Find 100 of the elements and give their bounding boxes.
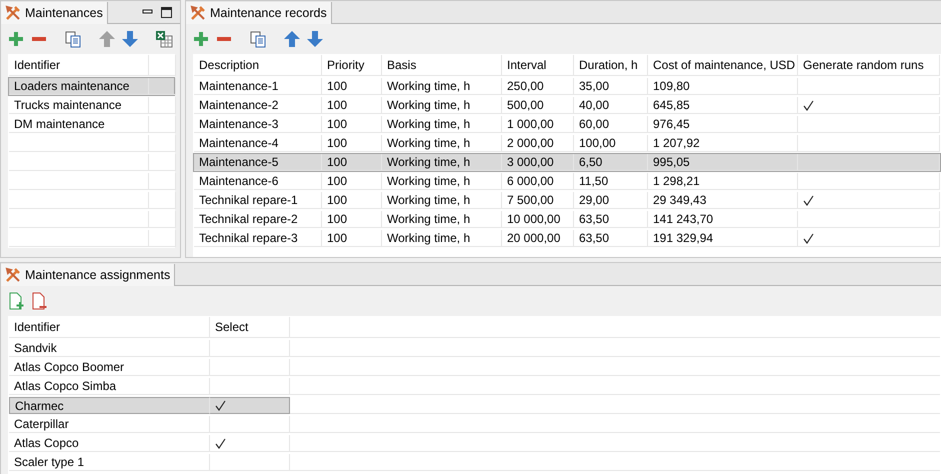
table-cell: 100,00 — [574, 135, 648, 152]
table-cell: Atlas Copco Boomer — [9, 359, 210, 376]
table-cell: Maintenance-5 — [194, 154, 322, 171]
table-row[interactable]: Charmec — [8, 396, 941, 415]
table-cell: Working time, h — [382, 211, 502, 228]
spreadsheet-export-icon[interactable] — [154, 28, 174, 48]
table-cell: Working time, h — [382, 78, 502, 95]
table-cell: DM maintenance — [9, 116, 149, 133]
table-cell: Working time, h — [382, 116, 502, 133]
empty-cell — [149, 192, 176, 209]
column-header[interactable]: Identifier — [9, 55, 149, 76]
table-row[interactable]: Scaler type 1 — [8, 453, 941, 472]
table-cell: 6,50 — [574, 154, 648, 171]
up-arrow-icon[interactable] — [282, 28, 302, 48]
table-row[interactable]: Sandvik — [8, 339, 941, 358]
empty-cell — [149, 230, 176, 247]
empty-cell — [149, 154, 176, 171]
table-cell: 109,80 — [648, 78, 798, 95]
table-row[interactable]: Caterpillar — [8, 415, 941, 434]
table-row[interactable]: Technikal repare-3 100 Working time, h 20 000,00 63,50 191 329,94 — [193, 229, 941, 248]
column-header[interactable]: Select — [210, 317, 290, 338]
empty-cell — [149, 97, 176, 114]
column-header[interactable]: Interval — [502, 55, 574, 76]
table-cell: Atlas Copco — [9, 435, 210, 452]
empty-cell — [149, 211, 176, 228]
down-arrow-icon[interactable] — [305, 28, 325, 48]
panel-tab[interactable]: Maintenance assignments — [1, 264, 176, 286]
maximize-icon[interactable] — [161, 6, 172, 18]
panel-tab[interactable]: Maintenances — [1, 2, 108, 24]
column-header[interactable]: Duration, h — [574, 55, 648, 76]
table-row[interactable]: Atlas Copco Simba — [8, 377, 941, 396]
table-cell: 250,00 — [502, 78, 574, 95]
table-cell: Technikal repare-2 — [194, 211, 322, 228]
table-row[interactable]: Maintenance-5 100 Working time, h 3 000,00 6,50 995,05 — [193, 153, 941, 172]
table-cell: 40,00 — [574, 97, 648, 114]
table-cell: 995,05 — [648, 154, 798, 171]
table-cell: 100 — [322, 116, 382, 133]
table-row[interactable]: Technikal repare-2 100 Working time, h 10 000,00 63,50 141 243,70 — [193, 210, 941, 229]
table-row[interactable]: Maintenance-6 100 Working time, h 6 000,00 11,50 1 298,21 — [193, 172, 941, 191]
column-header[interactable]: Description — [194, 55, 322, 76]
table-cell: 100 — [322, 230, 382, 247]
table-cell: 63,50 — [574, 230, 648, 247]
table-cell: 29,00 — [574, 192, 648, 209]
copy-icon[interactable] — [248, 28, 268, 48]
copy-icon[interactable] — [63, 28, 83, 48]
table-cell: 29 349,43 — [648, 192, 798, 209]
table-row[interactable]: Maintenance-3 100 Working time, h 1 000,00 60,00 976,45 — [193, 115, 941, 134]
table-cell: 6 000,00 — [502, 173, 574, 190]
table-cell: Technikal repare-3 — [194, 230, 322, 247]
table-cell: Working time, h — [382, 154, 502, 171]
table-cell: 100 — [322, 173, 382, 190]
column-header[interactable]: Basis — [382, 55, 502, 76]
table-cell: Trucks maintenance — [9, 97, 149, 114]
table-cell: Maintenance-3 — [194, 116, 322, 133]
table-cell: 100 — [322, 78, 382, 95]
table-cell: 141 243,70 — [648, 211, 798, 228]
table-row[interactable]: Atlas Copco Boomer — [8, 358, 941, 377]
table-cell: 100 — [322, 97, 382, 114]
tools-icon — [190, 5, 206, 21]
table-row[interactable]: Loaders maintenance — [8, 77, 175, 96]
table-row[interactable]: Maintenance-4 100 Working time, h 2 000,00 100,00 1 207,92 — [193, 134, 941, 153]
table-cell: 645,85 — [648, 97, 798, 114]
table-row[interactable]: Trucks maintenance — [8, 96, 175, 115]
table-cell: 60,00 — [574, 116, 648, 133]
table-cell: Charmec — [9, 397, 210, 414]
table-cell: Maintenance-4 — [194, 135, 322, 152]
table-row[interactable]: DM maintenance — [8, 115, 175, 134]
table-cell: Sandvik — [9, 340, 210, 357]
table-cell: 1 298,21 — [648, 173, 798, 190]
table-cell: Atlas Copco Simba — [9, 378, 210, 395]
table-cell: 35,00 — [574, 78, 648, 95]
table-row[interactable]: Technikal repare-1 100 Working time, h 7 500,00 29,00 29 349,43 — [193, 191, 941, 210]
table-cell: Working time, h — [382, 192, 502, 209]
table-cell: 1 000,00 — [502, 116, 574, 133]
column-header[interactable]: Priority — [322, 55, 382, 76]
table-cell: Maintenance-2 — [194, 97, 322, 114]
table-cell: 3 000,00 — [502, 154, 574, 171]
column-header[interactable]: Generate random runs — [798, 55, 940, 76]
table-cell: Maintenance-6 — [194, 173, 322, 190]
table-cell: 2 000,00 — [502, 135, 574, 152]
table-cell: 100 — [322, 211, 382, 228]
column-header[interactable]: Cost of maintenance, USD — [648, 55, 798, 76]
table-cell: Working time, h — [382, 230, 502, 247]
down-arrow-icon[interactable] — [120, 28, 140, 48]
table-cell: 11,50 — [574, 173, 648, 190]
table-cell: 20 000,00 — [502, 230, 574, 247]
table-cell: 63,50 — [574, 211, 648, 228]
table-row[interactable]: Maintenance-1 100 Working time, h 250,00 35,00 109,80 — [193, 77, 941, 96]
table-row[interactable]: Atlas Copco — [8, 434, 941, 453]
table-cell: 100 — [322, 154, 382, 171]
empty-cell — [149, 173, 176, 190]
column-header[interactable]: Identifier — [9, 317, 210, 338]
table-cell: Loaders maintenance — [9, 78, 149, 95]
table-cell: Technikal repare-1 — [194, 192, 322, 209]
table-cell: 7 500,00 — [502, 192, 574, 209]
tools-icon — [5, 5, 21, 21]
panel-tab[interactable]: Maintenance records — [186, 2, 332, 24]
table-cell: Working time, h — [382, 135, 502, 152]
table-cell: 500,00 — [502, 97, 574, 114]
table-row[interactable]: Maintenance-2 100 Working time, h 500,00 40,00 645,85 — [193, 96, 941, 115]
